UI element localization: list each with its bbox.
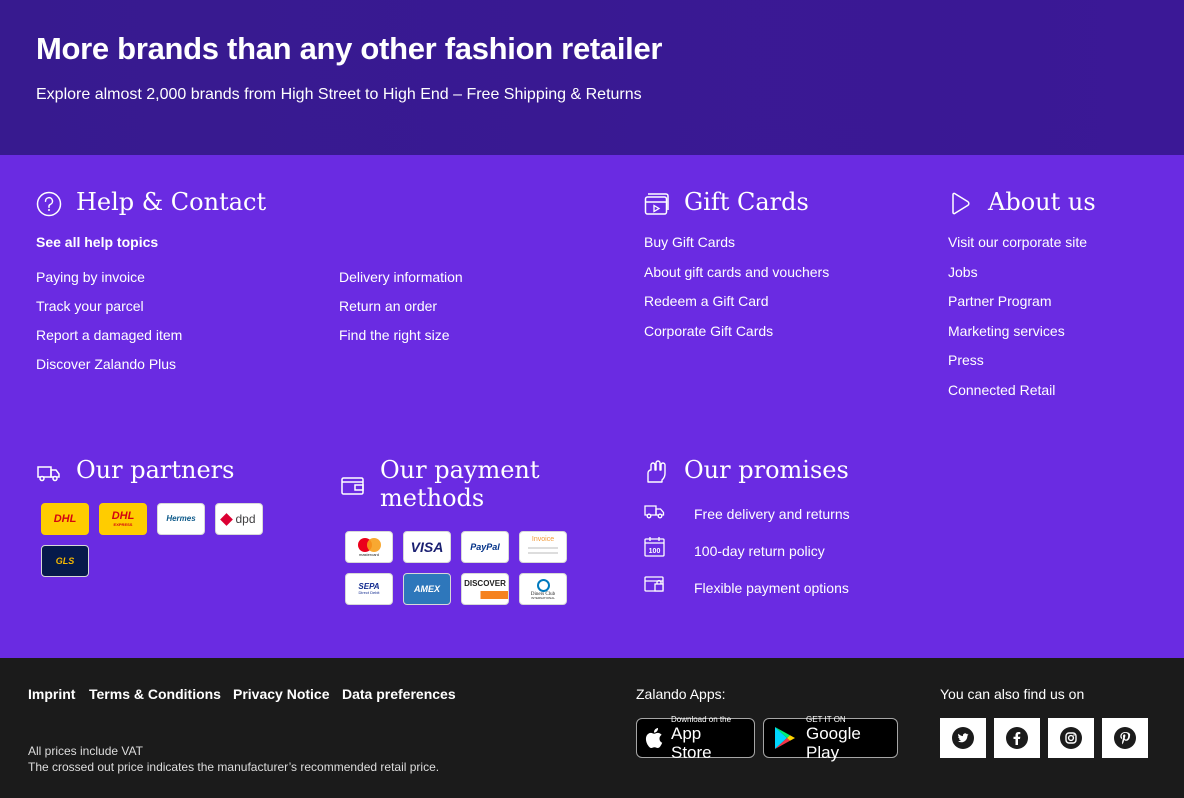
about-link-partner[interactable]: Partner Program	[948, 293, 1051, 309]
google-play-sub: GET IT ON	[806, 714, 846, 724]
promises-title: Our promises	[684, 456, 849, 484]
about-link-marketing[interactable]: Marketing services	[948, 323, 1065, 339]
gift-link-buy[interactable]: Buy Gift Cards	[644, 234, 735, 250]
wallet-lock-icon	[644, 576, 664, 592]
footer-main: Help & Contact See all help topics Payin…	[0, 155, 1184, 658]
facebook-icon	[1006, 727, 1028, 749]
app-store-label: App Store	[671, 723, 712, 762]
banner-subtitle: Explore almost 2,000 brands from High St…	[36, 86, 642, 103]
about-link-corporate[interactable]: Visit our corporate site	[948, 234, 1087, 250]
help-link-track-parcel[interactable]: Track your parcel	[36, 298, 144, 314]
invoice-logo: Invoice	[519, 531, 567, 563]
app-store-button[interactable]: Download on the App Store	[636, 714, 755, 762]
discover-logo: DISCOVER	[461, 573, 509, 605]
paypal-logo: PayPal	[461, 531, 509, 563]
help-link-zalando-plus[interactable]: Discover Zalando Plus	[36, 356, 176, 372]
dpd-logo: dpd	[215, 503, 263, 535]
dhl-express-logo: DHL EXPRESS	[99, 503, 147, 535]
diners-circle-icon	[536, 578, 550, 592]
twitter-icon	[952, 727, 974, 749]
amex-logo: AMEX	[403, 573, 451, 605]
privacy-notice-link[interactable]: Privacy Notice	[233, 686, 330, 702]
help-link-delivery-info[interactable]: Delivery information	[339, 269, 463, 285]
gift-link-corporate[interactable]: Corporate Gift Cards	[644, 323, 773, 339]
payment-title-line1: Our payment	[380, 456, 540, 484]
google-play-icon	[775, 727, 795, 749]
payment-heading: Our payment methods	[340, 456, 540, 512]
svg-text:100: 100	[649, 548, 661, 555]
about-link-jobs[interactable]: Jobs	[948, 264, 978, 280]
visa-logo: VISA	[403, 531, 451, 563]
footer-bottom: Imprint Terms & Conditions Privacy Notic…	[0, 658, 1184, 798]
data-preferences-link[interactable]: Data preferences	[342, 686, 456, 702]
delivery-truck-icon	[644, 505, 665, 519]
about-heading: About us	[948, 188, 1096, 217]
question-circle-icon	[36, 191, 62, 217]
pinterest-icon	[1114, 727, 1136, 749]
about-title: About us	[988, 188, 1096, 216]
gls-logo: GLS	[41, 545, 89, 577]
gift-heading: Gift Cards	[644, 188, 809, 217]
partners-title: Our partners	[76, 456, 235, 484]
promise-flexible-payment: Flexible payment options	[694, 580, 849, 596]
gift-card-icon	[644, 193, 669, 215]
about-link-connected-retail[interactable]: Connected Retail	[948, 382, 1055, 398]
help-link-paying-invoice[interactable]: Paying by invoice	[36, 269, 145, 285]
see-all-help-link[interactable]: See all help topics	[36, 234, 158, 250]
facebook-button[interactable]	[994, 718, 1040, 758]
thumbs-hand-icon	[647, 460, 666, 483]
brands-banner: More brands than any other fashion retai…	[0, 0, 1184, 155]
terms-link[interactable]: Terms & Conditions	[89, 686, 221, 702]
help-heading: Help & Contact	[36, 188, 266, 217]
vat-notice: All prices include VAT	[28, 744, 143, 758]
banner-title: More brands than any other fashion retai…	[36, 31, 663, 66]
zalando-flag-icon	[952, 192, 970, 215]
calendar-icon: 100	[644, 537, 665, 557]
pinterest-button[interactable]	[1102, 718, 1148, 758]
google-play-label: Google Play	[806, 723, 861, 762]
help-link-report-damaged[interactable]: Report a damaged item	[36, 327, 182, 343]
partners-heading: Our partners	[36, 456, 234, 485]
help-link-right-size[interactable]: Find the right size	[339, 327, 450, 343]
hermes-logo: Hermes	[157, 503, 205, 535]
help-title: Help & Contact	[76, 188, 267, 216]
gift-link-redeem[interactable]: Redeem a Gift Card	[644, 293, 769, 309]
promise-free-delivery: Free delivery and returns	[694, 506, 850, 522]
gift-link-about[interactable]: About gift cards and vouchers	[644, 264, 829, 280]
crossed-price-notice: The crossed out price indicates the manu…	[28, 760, 440, 774]
apps-title: Zalando Apps:	[636, 686, 726, 702]
gift-title: Gift Cards	[684, 188, 809, 216]
mastercard-circles-icon	[357, 537, 381, 552]
help-link-return-order[interactable]: Return an order	[339, 298, 437, 314]
twitter-button[interactable]	[940, 718, 986, 758]
google-play-button[interactable]: GET IT ON Google Play	[763, 714, 898, 762]
social-title: You can also find us on	[940, 686, 1085, 702]
instagram-button[interactable]	[1048, 718, 1094, 758]
promise-100-day-return: 100-day return policy	[694, 543, 825, 559]
app-store-sub: Download on the	[671, 714, 732, 724]
payment-title-line2: methods	[380, 484, 485, 512]
promises-heading: Our promises	[644, 456, 849, 485]
instagram-icon	[1060, 727, 1082, 749]
delivery-truck-icon	[37, 466, 60, 482]
imprint-link[interactable]: Imprint	[28, 686, 75, 702]
dpd-cube-icon	[220, 512, 234, 526]
apple-icon	[645, 728, 663, 749]
sepa-logo: SEPA Direct Debit	[345, 573, 393, 605]
wallet-icon	[341, 477, 364, 495]
dhl-logo: DHL	[41, 503, 89, 535]
about-link-press[interactable]: Press	[948, 352, 984, 368]
diners-club-logo: Diners Club INTERNATIONAL	[519, 573, 567, 605]
mastercard-logo: mastercard	[345, 531, 393, 563]
